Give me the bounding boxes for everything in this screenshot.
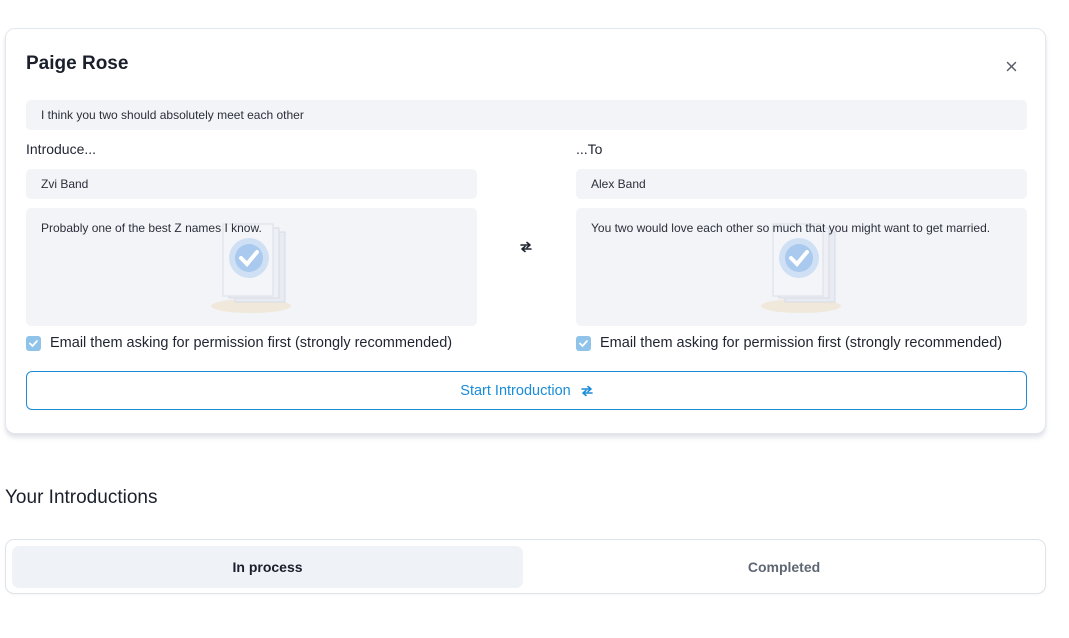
check-icon	[579, 339, 588, 347]
swap-icon	[580, 385, 593, 397]
swap-icon	[520, 241, 532, 253]
swap-button[interactable]	[517, 238, 535, 256]
to-label: ...To	[576, 141, 603, 157]
intro-message-input[interactable]: I think you two should absolutely meet e…	[26, 100, 1027, 130]
to-note-textarea[interactable]: You two would love each other so much th…	[576, 208, 1027, 326]
card-title: Paige Rose	[26, 53, 129, 74]
start-introduction-button[interactable]: Start Introduction	[26, 371, 1027, 410]
check-icon	[29, 339, 38, 347]
permission-label-right: Email them asking for permission first (…	[600, 335, 1003, 351]
introduce-contact-input[interactable]: Zvi Band	[26, 169, 477, 199]
your-introductions-title: Your Introductions	[5, 487, 158, 508]
permission-label-left: Email them asking for permission first (…	[50, 335, 453, 351]
introduce-note-textarea[interactable]: Probably one of the best Z names I know.	[26, 208, 477, 326]
introduce-note-text: Probably one of the best Z names I know.	[41, 221, 262, 235]
checkbox[interactable]	[576, 335, 591, 351]
to-contact-input[interactable]: Alex Band	[576, 169, 1027, 199]
to-note-text: You two would love each other so much th…	[591, 221, 991, 235]
tab-completed[interactable]: Completed	[528, 546, 1040, 588]
introduction-card: Paige Rose I think you two should absolu…	[5, 28, 1046, 434]
tab-in-process[interactable]: In process	[12, 546, 523, 588]
close-button[interactable]	[1001, 56, 1021, 76]
introductions-tabs: In process Completed	[5, 539, 1046, 594]
checkbox[interactable]	[26, 335, 41, 351]
introduce-label: Introduce...	[26, 141, 97, 157]
close-icon	[1006, 61, 1016, 71]
start-introduction-label: Start Introduction	[460, 382, 571, 399]
permission-checkbox-right[interactable]: Email them asking for permission first (…	[576, 335, 1002, 351]
permission-checkbox-left[interactable]: Email them asking for permission first (…	[26, 335, 452, 351]
